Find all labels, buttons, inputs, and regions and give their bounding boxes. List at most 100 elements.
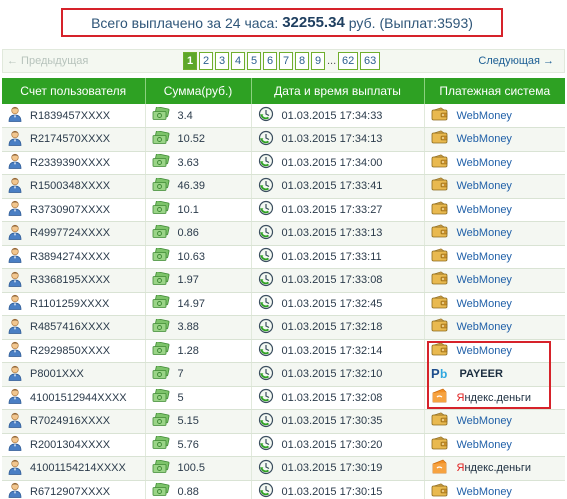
date-text: 01.03.2015 17:32:18 [281, 321, 383, 334]
page-3-link[interactable]: 3 [215, 52, 229, 70]
date-cell: 01.03.2015 17:33:13 [251, 221, 425, 246]
table-row: R3368195XXXX 1.97 01.03.2015 17:33:08 WebMo… [2, 268, 565, 293]
system-text[interactable]: WebMoney [457, 133, 512, 145]
date-cell: 01.03.2015 17:30:20 [251, 433, 425, 457]
system-text[interactable]: WebMoney [457, 345, 512, 357]
clock-refresh-icon [258, 341, 274, 360]
page-numbers: 1 2 3 4 5 6 7 8 9... 62 63 [183, 52, 382, 70]
system-text[interactable]: Яндекс.деньги [457, 392, 532, 404]
system-text[interactable]: WebMoney [457, 251, 512, 263]
page-5-link[interactable]: 5 [247, 52, 261, 70]
prev-page-link: ← Предыдущая [7, 55, 89, 67]
account-cell: R4857416XXXX [2, 315, 146, 340]
clock-refresh-icon [258, 365, 274, 384]
sum-text: 0.86 [177, 227, 199, 240]
user-icon [8, 435, 22, 454]
page-8-link[interactable]: 8 [295, 52, 309, 70]
user-icon [8, 341, 22, 360]
money-icon [152, 412, 170, 430]
money-icon [152, 459, 170, 477]
date-text: 01.03.2015 17:33:41 [281, 180, 383, 193]
date-text: 01.03.2015 17:32:08 [281, 391, 383, 404]
system-text[interactable]: WebMoney [457, 415, 512, 427]
payeer-logo-icon: Pb [431, 366, 451, 383]
sum-cell: 1.28 [145, 339, 252, 363]
system-cell: WebMoney [424, 292, 565, 316]
system-text[interactable]: WebMoney [457, 274, 512, 286]
account-text: R1500348XXXX [30, 180, 111, 193]
page-4-link[interactable]: 4 [231, 52, 245, 70]
system-text[interactable]: WebMoney [457, 486, 512, 498]
date-text: 01.03.2015 17:33:13 [281, 227, 383, 240]
page-9-link[interactable]: 9 [311, 52, 325, 70]
sum-text: 10.52 [177, 133, 206, 146]
system-text[interactable]: Яндекс.деньги [457, 462, 532, 474]
account-text: R4857416XXXX [30, 321, 111, 334]
account-text: R3894274XXXX [30, 250, 111, 263]
page-7-link[interactable]: 7 [279, 52, 293, 70]
account-text: R7024916XXXX [30, 415, 111, 428]
sum-text: 46.39 [177, 180, 206, 193]
account-cell: R2929850XXXX [2, 339, 146, 363]
user-icon [8, 177, 22, 196]
money-icon [152, 318, 170, 336]
money-icon [152, 130, 170, 148]
clock-refresh-icon [258, 435, 274, 454]
date-text: 01.03.2015 17:34:13 [281, 133, 383, 146]
summary-payouts: (Выплат:3593) [379, 14, 473, 31]
date-cell: 01.03.2015 17:34:33 [251, 104, 425, 128]
system-text[interactable]: PAYEER [460, 368, 503, 380]
page-63-link[interactable]: 63 [360, 52, 381, 70]
date-cell: 01.03.2015 17:33:08 [251, 268, 425, 293]
system-text[interactable]: WebMoney [457, 321, 512, 333]
money-icon [152, 177, 170, 195]
summary-prefix: Всего выплачено за 24 часа: [91, 14, 279, 31]
date-cell: 01.03.2015 17:33:27 [251, 198, 425, 222]
summary-currency: руб. [348, 14, 376, 31]
sum-text: 100.5 [177, 462, 206, 475]
clock-refresh-icon [258, 130, 274, 149]
date-cell: 01.03.2015 17:33:41 [251, 174, 425, 199]
system-text[interactable]: WebMoney [457, 204, 512, 216]
system-text[interactable]: WebMoney [457, 298, 512, 310]
yandex-money-icon [431, 388, 449, 407]
system-text[interactable]: WebMoney [457, 439, 512, 451]
sum-text: 10.63 [177, 250, 206, 263]
page-6-link[interactable]: 6 [263, 52, 277, 70]
user-icon [8, 153, 22, 172]
account-text: 41001154214XXXX [30, 462, 126, 475]
page-1-link[interactable]: 1 [183, 52, 197, 70]
header-date: Дата и время выплаты [251, 78, 425, 104]
page-62-link[interactable]: 62 [338, 52, 359, 70]
account-text: R1839457XXXX [30, 109, 111, 122]
clock-refresh-icon [258, 153, 274, 172]
webmoney-wallet-icon [431, 130, 449, 148]
system-text[interactable]: WebMoney [457, 180, 512, 192]
account-cell: R4997724XXXX [2, 221, 146, 246]
system-text[interactable]: WebMoney [457, 157, 512, 169]
system-cell: WebMoney [424, 339, 565, 363]
system-cell: Яндекс.деньги [424, 386, 565, 410]
sum-cell: 5.15 [145, 409, 252, 434]
system-text[interactable]: WebMoney [457, 227, 512, 239]
account-text: P8001XXX [30, 368, 84, 381]
sum-text: 1.28 [177, 344, 199, 357]
page-2-link[interactable]: 2 [199, 52, 213, 70]
clock-refresh-icon [258, 106, 274, 125]
date-cell: 01.03.2015 17:32:10 [251, 362, 425, 387]
date-cell: 01.03.2015 17:32:45 [251, 292, 425, 316]
system-cell: WebMoney [424, 268, 565, 293]
table-row: R6712907XXXX 0.88 01.03.2015 17:30:15 WebMo… [2, 480, 565, 499]
date-text: 01.03.2015 17:30:20 [281, 438, 383, 451]
date-text: 01.03.2015 17:32:45 [281, 297, 383, 310]
clock-refresh-icon [258, 388, 274, 407]
sum-text: 3.4 [177, 109, 193, 122]
clock-refresh-icon [258, 177, 274, 196]
system-text[interactable]: WebMoney [457, 110, 512, 122]
next-page-link[interactable]: Следующая → [478, 55, 554, 67]
money-icon [152, 200, 170, 218]
sum-text: 3.88 [177, 321, 199, 334]
summary-amount: 32255.34 [282, 14, 345, 31]
sum-text: 7 [177, 368, 184, 381]
webmoney-wallet-icon [431, 106, 449, 125]
